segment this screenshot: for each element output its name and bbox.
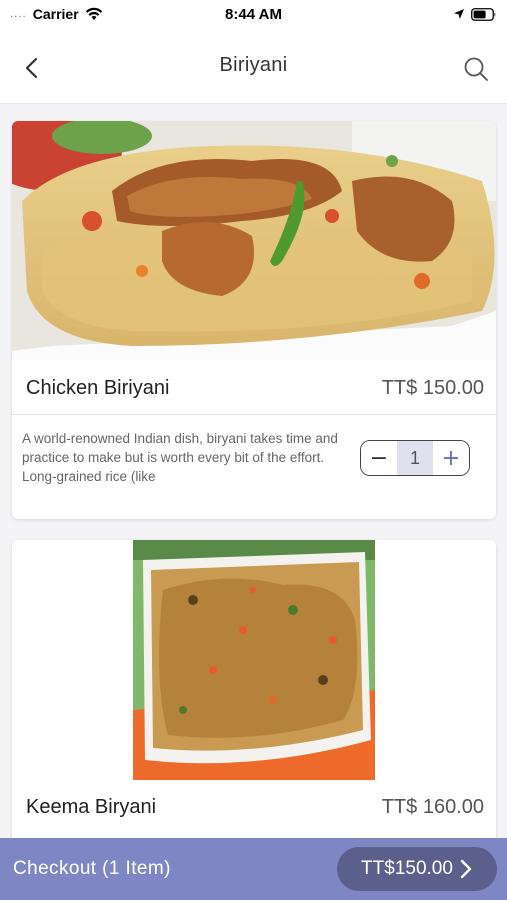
quantity-value: 1: [397, 441, 433, 475]
keema-biryani-photo: [133, 540, 375, 780]
checkout-bar[interactable]: Checkout (1 Item) TT$150.00: [0, 838, 507, 900]
location-arrow-icon: [454, 9, 464, 19]
chevron-left-icon: [25, 57, 38, 79]
battery-icon: [471, 7, 496, 21]
search-button[interactable]: [461, 54, 491, 84]
menu-item-header: Keema Biryani TT$ 160.00: [12, 780, 496, 834]
item-price: TT$ 150.00: [381, 376, 484, 399]
back-button[interactable]: [18, 54, 46, 82]
checkout-label: Checkout (1 Item): [13, 858, 171, 879]
status-left: .... Carrier: [10, 6, 180, 22]
navigation-bar: Biriyani: [0, 28, 507, 104]
checkout-total: TT$150.00: [361, 858, 453, 879]
wifi-icon: [85, 7, 102, 20]
menu-item-card[interactable]: Chicken Biriyani TT$ 150.00 A world-reno…: [12, 121, 496, 519]
menu-list[interactable]: Chicken Biriyani TT$ 150.00 A world-reno…: [0, 104, 507, 838]
menu-item-body: A world-renowned Indian dish, biryani ta…: [12, 415, 496, 519]
item-name: Chicken Biriyani: [26, 376, 170, 399]
decrease-quantity-button[interactable]: −: [361, 441, 397, 475]
search-icon: [464, 57, 488, 81]
item-description: A world-renowned Indian dish, biryani ta…: [22, 431, 338, 484]
checkout-button[interactable]: TT$150.00: [337, 847, 497, 891]
menu-item-header: Chicken Biriyani TT$ 150.00: [12, 361, 496, 415]
increase-quantity-button[interactable]: +: [433, 441, 469, 475]
chevron-right-icon: [460, 859, 472, 879]
status-right: [327, 7, 497, 21]
menu-item-card[interactable]: Keema Biryani TT$ 160.00: [12, 540, 496, 838]
signal-strength-icon: ....: [10, 8, 27, 20]
chicken-biriyani-photo: [12, 121, 496, 361]
status-time: 8:44 AM: [225, 5, 282, 23]
item-price: TT$ 160.00: [381, 795, 484, 818]
carrier-name: Carrier: [32, 6, 79, 22]
status-bar: .... Carrier 8:44 AM: [0, 0, 507, 28]
item-name: Keema Biryani: [26, 795, 157, 818]
page-title: Biriyani: [219, 54, 288, 76]
quantity-stepper[interactable]: − 1 +: [360, 440, 470, 476]
